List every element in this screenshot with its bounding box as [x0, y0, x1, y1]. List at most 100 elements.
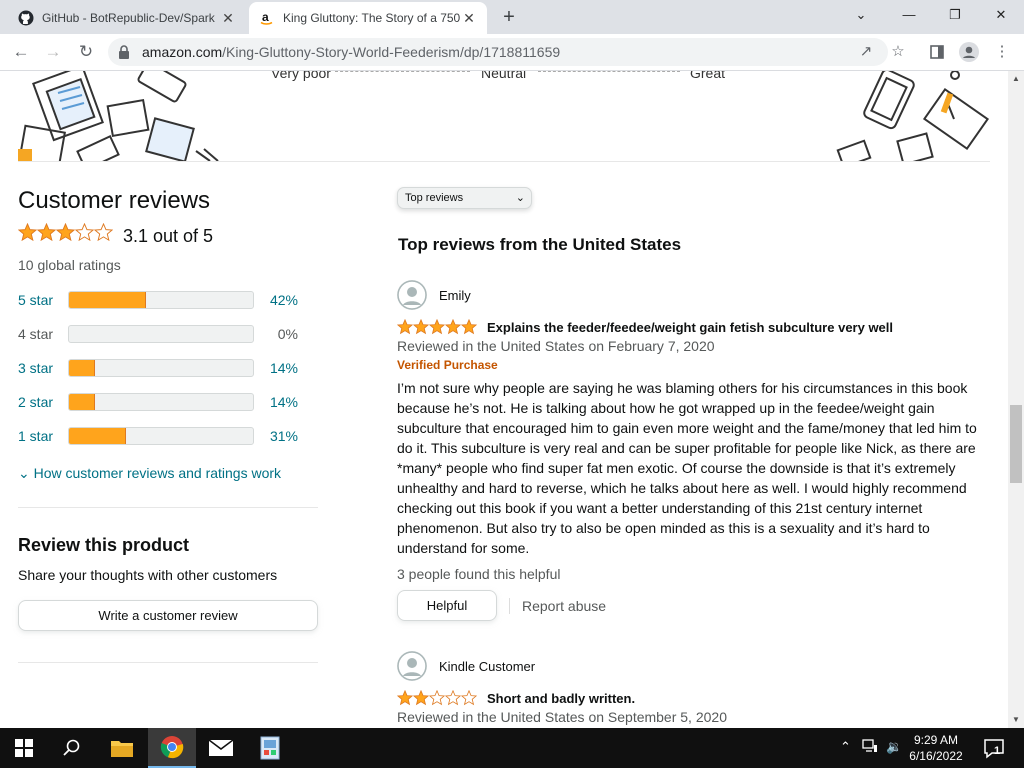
scroll-down-arrow-icon[interactable]: ▼ [1008, 712, 1024, 728]
rating-scale-low: Very poor [271, 71, 331, 81]
helpful-button[interactable]: Helpful [397, 590, 497, 621]
report-abuse-link[interactable]: Report abuse [522, 598, 606, 614]
histogram-bar[interactable] [68, 427, 254, 445]
url-text: amazon.com/King-Gluttony-Story-World-Fee… [142, 44, 561, 60]
histogram-row-1-star[interactable]: 1 star 31% [18, 425, 318, 449]
global-ratings-count: 10 global ratings [18, 257, 121, 273]
close-tab-icon[interactable]: ✕ [461, 10, 477, 27]
back-icon[interactable]: ← [10, 41, 32, 63]
system-clock[interactable]: 9:29 AM 6/16/2022 [900, 732, 972, 764]
new-tab-button[interactable]: + [498, 6, 520, 28]
histogram-fill [69, 292, 147, 308]
tab-title: King Gluttony: The Story of a 750 [283, 11, 461, 25]
write-review-button[interactable]: Write a customer review [18, 600, 318, 631]
histogram-row-5-star[interactable]: 5 star 42% [18, 289, 318, 313]
tab-github[interactable]: GitHub - BotRepublic-Dev/Spark ✕ [8, 2, 246, 34]
reload-icon[interactable]: ↻ [75, 41, 97, 63]
show-hidden-icons-icon[interactable]: ⌃ [840, 739, 851, 755]
review-card: Emily Explains the feeder/feedee/weight … [397, 279, 987, 621]
forward-icon[interactable]: → [42, 41, 64, 63]
lock-icon[interactable] [118, 45, 132, 59]
close-window-button[interactable]: ✕ [978, 4, 1024, 26]
histogram-percent[interactable]: 14% [270, 360, 298, 376]
chevron-down-icon: ⌄ [515, 192, 525, 204]
mail-icon[interactable] [197, 728, 245, 768]
divider [509, 597, 510, 614]
share-icon[interactable]: ↗ [856, 42, 876, 62]
tab-search-button[interactable]: ⌄ [838, 4, 884, 26]
histogram-fill [69, 428, 127, 444]
notification-center-icon[interactable]: 1 [982, 736, 1006, 760]
verified-purchase-badge[interactable]: Verified Purchase [397, 358, 987, 372]
scrollbar-thumb[interactable] [1010, 405, 1022, 483]
review-card: Kindle Customer Short and badly written.… [397, 650, 987, 725]
tab-title: GitHub - BotRepublic-Dev/Spark [42, 11, 215, 25]
divider [18, 161, 990, 162]
sort-reviews-select[interactable]: Top reviews ⌄ [397, 187, 532, 209]
side-panel-icon[interactable] [927, 42, 947, 62]
average-rating-stars[interactable] [18, 223, 113, 242]
star-icon [429, 690, 445, 706]
menu-kebab-icon[interactable]: ⋮ [992, 42, 1012, 62]
how-reviews-work-label: How customer reviews and ratings work [33, 465, 282, 481]
how-reviews-work-link[interactable]: ⌄ How customer reviews and ratings work [18, 465, 281, 482]
start-icon[interactable] [0, 728, 48, 768]
tab-strip: GitHub - BotRepublic-Dev/Spark ✕ a King … [0, 0, 1024, 34]
histogram-percent: 0% [277, 326, 298, 342]
chrome-icon[interactable] [148, 728, 196, 768]
star-icon [37, 223, 56, 242]
histogram-row-3-star[interactable]: 3 star 14% [18, 357, 318, 381]
minimize-button[interactable]: — [886, 4, 932, 26]
rating-scale-dash [335, 71, 470, 73]
histogram-bar[interactable] [68, 393, 254, 411]
reviewer-profile[interactable]: Emily [397, 279, 987, 311]
stationery-illustration [18, 71, 990, 161]
review-stars[interactable] [397, 319, 477, 335]
star-icon [75, 223, 94, 242]
histogram-percent[interactable]: 14% [270, 394, 298, 410]
vertical-scrollbar[interactable]: ▲ ▼ [1008, 71, 1024, 728]
windows-taskbar: ⌃ 🔉 9:29 AM 6/16/2022 1 [0, 728, 1024, 768]
browser-toolbar: ← → ↻ amazon.com/King-Gluttony-Story-Wor… [0, 34, 1024, 71]
histogram-bar[interactable] [68, 291, 254, 309]
reviewer-name[interactable]: Emily [439, 288, 471, 303]
star-icon [461, 319, 477, 335]
histogram-percent[interactable]: 42% [270, 292, 298, 308]
amazon-icon: a [259, 10, 275, 26]
tab-amazon[interactable]: a King Gluttony: The Story of a 750 ✕ [249, 2, 487, 34]
star-icon [56, 223, 75, 242]
review-title[interactable]: Short and badly written. [487, 691, 635, 706]
review-title[interactable]: Explains the feeder/feedee/weight gain f… [487, 320, 893, 335]
review-this-product-subtitle: Share your thoughts with other customers [18, 567, 278, 583]
network-icon[interactable] [862, 739, 878, 756]
histogram-label[interactable]: 5 star [18, 292, 53, 308]
sort-selected-value: Top reviews [405, 192, 464, 204]
bookmark-star-icon[interactable]: ☆ [888, 42, 908, 62]
histogram-label[interactable]: 1 star [18, 428, 53, 444]
file-explorer-icon[interactable] [98, 728, 146, 768]
average-rating-text[interactable]: 3.1 out of 5 [123, 226, 213, 247]
search-icon[interactable] [48, 728, 96, 768]
avatar [397, 280, 427, 310]
review-body: I’m not sure why people are saying he wa… [397, 380, 977, 556]
star-icon [94, 223, 113, 242]
close-tab-icon[interactable]: ✕ [220, 10, 236, 27]
scroll-up-arrow-icon[interactable]: ▲ [1008, 71, 1024, 87]
profile-avatar-icon[interactable] [959, 42, 979, 62]
restore-button[interactable]: ❐ [932, 4, 978, 26]
histogram-percent[interactable]: 31% [270, 428, 298, 444]
paint-icon[interactable] [246, 728, 294, 768]
reviewer-name[interactable]: Kindle Customer [439, 659, 535, 674]
clock-date: 6/16/2022 [909, 749, 963, 763]
address-bar[interactable]: amazon.com/King-Gluttony-Story-World-Fee… [108, 38, 888, 66]
histogram-label[interactable]: 2 star [18, 394, 53, 410]
rating-scale-mid: Neutral [481, 71, 527, 81]
histogram-bar[interactable] [68, 359, 254, 377]
star-icon [461, 690, 477, 706]
reviewer-profile[interactable]: Kindle Customer [397, 650, 987, 682]
product-page: Very poor Neutral Great Customer reviews… [0, 71, 1008, 728]
histogram-fill [69, 360, 95, 376]
review-stars[interactable] [397, 690, 477, 706]
histogram-label[interactable]: 3 star [18, 360, 53, 376]
histogram-row-2-star[interactable]: 2 star 14% [18, 391, 318, 415]
